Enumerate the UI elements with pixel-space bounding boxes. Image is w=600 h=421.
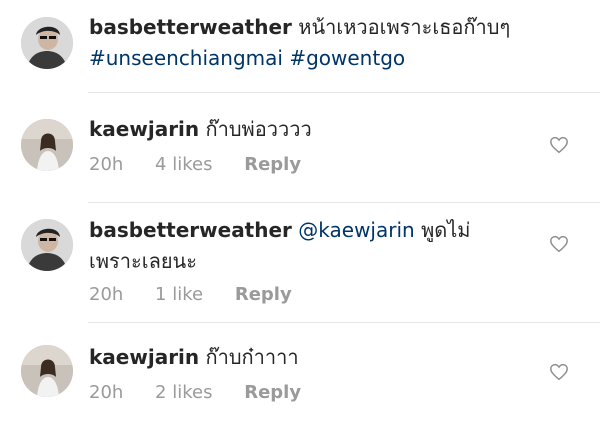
avatar-kaewjarin[interactable] xyxy=(21,345,73,397)
avatar-image xyxy=(21,17,73,69)
comment-likes[interactable]: 1 like xyxy=(155,284,203,305)
comment-body: ก๊าบพ่อวววว xyxy=(205,117,312,141)
reply-button[interactable]: Reply xyxy=(244,382,301,403)
caption-username[interactable]: basbetterweather xyxy=(89,15,292,39)
caption: basbetterweather หน้าเหวอเพราะเธอก๊าบๆ #… xyxy=(0,0,600,92)
comment-username[interactable]: kaewjarin xyxy=(89,345,199,369)
avatar-basbetterweather[interactable] xyxy=(21,219,73,271)
avatar-basbetterweather[interactable] xyxy=(21,17,73,69)
reply-button[interactable]: Reply xyxy=(235,284,292,305)
comment-likes[interactable]: 2 likes xyxy=(155,382,212,403)
comment-time: 20h xyxy=(89,284,124,305)
avatar-image xyxy=(21,219,73,271)
caption-text: basbetterweather หน้าเหวอเพราะเธอก๊าบๆ #… xyxy=(89,12,530,74)
comment-body: พูดไม่ xyxy=(421,218,471,242)
divider xyxy=(88,92,600,93)
comment-meta: 20h 2 likes Reply xyxy=(89,382,327,403)
comment-username[interactable]: kaewjarin xyxy=(89,117,199,141)
comment-username[interactable]: basbetterweather xyxy=(89,218,292,242)
heart-outline-icon[interactable] xyxy=(549,136,569,154)
mention-link[interactable]: @kaewjarin xyxy=(298,218,414,242)
hashtag-link[interactable]: #unseenchiangmai xyxy=(89,46,283,70)
comment-item: basbetterweather @kaewjarin พูดไม่ เพราะ… xyxy=(0,206,600,326)
comment-likes[interactable]: 4 likes xyxy=(155,154,212,175)
comment-body: ก๊าบก๋าาาา xyxy=(205,345,299,369)
avatar-kaewjarin[interactable] xyxy=(21,119,73,171)
comment-text: kaewjarin ก๊าบพ่อวววว xyxy=(89,114,530,145)
hashtag-link[interactable]: #gowentgo xyxy=(289,46,405,70)
heart-outline-icon[interactable] xyxy=(549,363,569,381)
divider xyxy=(88,202,600,203)
comment-meta: 20h 4 likes Reply xyxy=(89,154,327,175)
comment-item: kaewjarin ก๊าบพ่อวววว 20h 4 likes Reply xyxy=(0,102,600,212)
comment-item: kaewjarin ก๊าบก๋าาาา 20h 2 likes Reply xyxy=(0,326,600,421)
reply-button[interactable]: Reply xyxy=(244,154,301,175)
comment-meta: 20h 1 like Reply xyxy=(89,284,318,305)
comment-time: 20h xyxy=(89,154,124,175)
comment-time: 20h xyxy=(89,382,124,403)
avatar-image xyxy=(21,345,73,397)
caption-body: หน้าเหวอเพราะเธอก๊าบๆ xyxy=(298,15,511,39)
avatar-image xyxy=(21,119,73,171)
divider xyxy=(88,322,600,323)
comment-text: basbetterweather @kaewjarin พูดไม่ เพราะ… xyxy=(89,215,530,277)
comment-body-continued: เพราะเลยนะ xyxy=(89,249,197,273)
heart-outline-icon[interactable] xyxy=(549,235,569,253)
comment-text: kaewjarin ก๊าบก๋าาาา xyxy=(89,342,530,373)
